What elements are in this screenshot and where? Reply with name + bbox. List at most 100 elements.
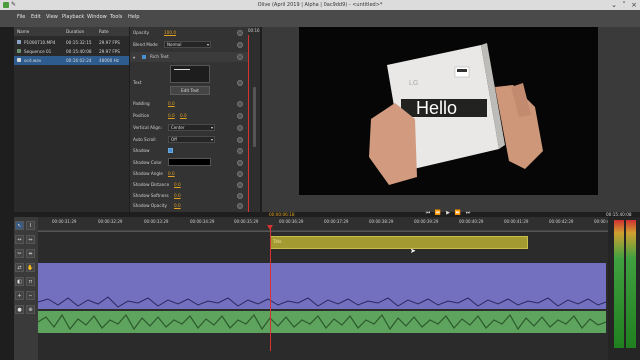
video-frame-image: LG Hello [299, 27, 598, 195]
effects-keyframe-area[interactable]: 00:16 [248, 27, 260, 212]
edit-text-button[interactable]: Edit Text [170, 86, 210, 95]
blend-mode-row: Blend Mode Normal [130, 41, 248, 49]
project-item[interactable]: Sequence 01 00:15:40:08 29.97 FPS [14, 47, 129, 56]
auto-scroll-select[interactable]: Off [168, 136, 215, 143]
zoom-out-icon[interactable]: − [26, 291, 35, 300]
keyframe-toggle-icon[interactable] [237, 80, 243, 86]
shadow-opacity-value[interactable]: 0.0 [174, 203, 181, 208]
ruler-label: 00:00:37:29 [324, 219, 349, 224]
window-title-bar: ✎ Olive (April 2019 | Alpha | 0ac9dd9) -… [0, 0, 640, 10]
sequence-icon [17, 49, 21, 53]
keyframe-toggle-icon[interactable] [237, 148, 243, 154]
minimize-icon[interactable]: ⌄ [610, 1, 618, 9]
step-forward-icon[interactable]: ⏩ [454, 210, 462, 217]
shadow-angle-value[interactable]: 0.0 [168, 171, 175, 176]
item-rate: 48000 Hz [99, 58, 119, 63]
menu-playback[interactable]: Playback [62, 14, 84, 20]
video-frame[interactable]: LG Hello [299, 27, 598, 195]
remove-effect-icon[interactable] [237, 54, 243, 60]
timeline-panel: 00:00:31:29 00:00:32:29 00:00:33:29 00:0… [38, 217, 640, 360]
keyframe-toggle-icon[interactable] [237, 101, 243, 107]
vertical-align-label: Vertical Align: [133, 125, 162, 130]
keyframe-toggle-icon[interactable] [237, 30, 243, 36]
slip-tool-icon[interactable]: ⇹ [26, 249, 35, 258]
keyframe-toggle-icon[interactable] [237, 137, 243, 143]
project-item[interactable]: P1000710.MP4 00:15:32:15 29.97 FPS [14, 38, 129, 47]
keyframe-toggle-icon[interactable] [237, 171, 243, 177]
menu-edit[interactable]: Edit [31, 14, 41, 20]
ruler-label: 00:00:40:29 [459, 219, 484, 224]
menu-view[interactable]: View [46, 14, 58, 20]
menu-file[interactable]: File [17, 14, 25, 20]
play-icon[interactable]: ▶ [444, 210, 452, 217]
slide-tool-icon[interactable]: ⇄ [15, 263, 24, 272]
rolling-tool-icon[interactable]: ⇔ [26, 235, 35, 244]
audio-file-icon [17, 58, 21, 62]
keyframe-toggle-icon[interactable] [237, 125, 243, 131]
shadow-label: Shadow [133, 148, 150, 153]
keyframe-toggle-icon[interactable] [237, 193, 243, 199]
column-duration[interactable]: Duration [66, 29, 84, 34]
audio-clip-1[interactable] [38, 263, 606, 295]
audio-waveform-2 [38, 313, 606, 331]
vertical-align-select[interactable]: Center [168, 124, 215, 131]
razor-tool-icon[interactable]: ✂ [15, 249, 24, 258]
maximize-icon[interactable]: ˄ [620, 1, 628, 9]
blend-mode-select[interactable]: Normal [164, 41, 211, 48]
go-to-start-icon[interactable]: ⏮ [424, 210, 432, 217]
column-name[interactable]: Name [17, 29, 29, 34]
position-x-value[interactable]: 0.0 [168, 113, 175, 118]
column-rate[interactable]: Rate [99, 29, 109, 34]
go-to-end-icon[interactable]: ⏭ [464, 210, 472, 217]
auto-scroll-label: Auto Scroll [133, 137, 156, 142]
shadow-distance-value[interactable]: 0.0 [174, 182, 181, 187]
shadow-color-row: Shadow Color [130, 158, 248, 168]
hand-tool-icon[interactable]: ✋ [26, 263, 35, 272]
item-duration: 00:16:02:24 [66, 58, 92, 63]
rich-text-section-header[interactable]: ▾ Rich Text [130, 52, 248, 62]
timeline-playhead[interactable] [270, 225, 271, 351]
collapse-arrow-icon[interactable]: ▾ [133, 55, 135, 60]
enable-checkbox[interactable] [142, 55, 146, 59]
close-icon[interactable]: × [630, 1, 638, 9]
keyframe-toggle-icon[interactable] [237, 160, 243, 166]
effects-scrollbar-thumb[interactable] [253, 87, 256, 147]
shadow-checkbox[interactable] [168, 148, 173, 153]
zoom-in-icon[interactable]: + [15, 291, 24, 300]
timeline-ruler[interactable]: 00:00:31:29 00:00:32:29 00:00:33:29 00:0… [38, 217, 640, 231]
step-back-icon[interactable]: ⏪ [434, 210, 442, 217]
shadow-angle-row: Shadow Angle 0.0 [130, 171, 248, 179]
ruler-label: 00:00:36:29 [279, 219, 304, 224]
transition-tool-icon[interactable]: ◧ [15, 277, 24, 286]
edit-tool-icon[interactable]: I [26, 221, 35, 230]
shadow-color-swatch[interactable] [168, 158, 211, 166]
project-header: Name Duration Rate [14, 27, 129, 36]
opacity-value[interactable]: 100.0 [164, 30, 176, 35]
title-clip[interactable]: Title [270, 236, 528, 249]
pointer-tool-icon[interactable]: ↖ [15, 221, 24, 230]
position-row: Position 0.0 0.0 [130, 113, 248, 121]
menu-help[interactable]: Help [128, 14, 139, 20]
keyframe-toggle-icon[interactable] [237, 42, 243, 48]
viewer-panel: LG Hello 00:00:06:18 00:15:40:08 ⏮ ⏪ ▶ ⏩… [262, 27, 640, 217]
add-icon[interactable]: ⊕ [26, 305, 35, 314]
keyframe-toggle-icon[interactable] [237, 203, 243, 209]
menu-tools[interactable]: Tools [110, 14, 122, 20]
item-duration: 00:15:40:08 [66, 49, 92, 54]
keyframe-toggle-icon[interactable] [237, 113, 243, 119]
keyframe-toggle-icon[interactable] [237, 182, 243, 188]
shadow-opacity-row: Shadow Opacity 0.0 [130, 203, 248, 211]
padding-value[interactable]: 0.0 [168, 101, 175, 106]
menu-window[interactable]: Window [87, 14, 107, 20]
shadow-softness-value[interactable]: 0.0 [174, 193, 181, 198]
project-item[interactable]: ocd.wav 00:16:02:24 48000 Hz [14, 56, 129, 65]
item-duration: 00:15:32:15 [66, 40, 92, 45]
ripple-tool-icon[interactable]: ↔ [15, 235, 24, 244]
clip-label: Title [273, 239, 282, 244]
position-y-value[interactable]: 0.0 [180, 113, 187, 118]
snapping-toggle-icon[interactable]: ⊓ [26, 277, 35, 286]
playhead-marker-icon[interactable] [267, 225, 273, 230]
shadow-distance-row: Shadow Distance 0.0 [130, 182, 248, 190]
video-file-icon [17, 40, 21, 44]
record-icon[interactable]: ● [15, 305, 24, 314]
